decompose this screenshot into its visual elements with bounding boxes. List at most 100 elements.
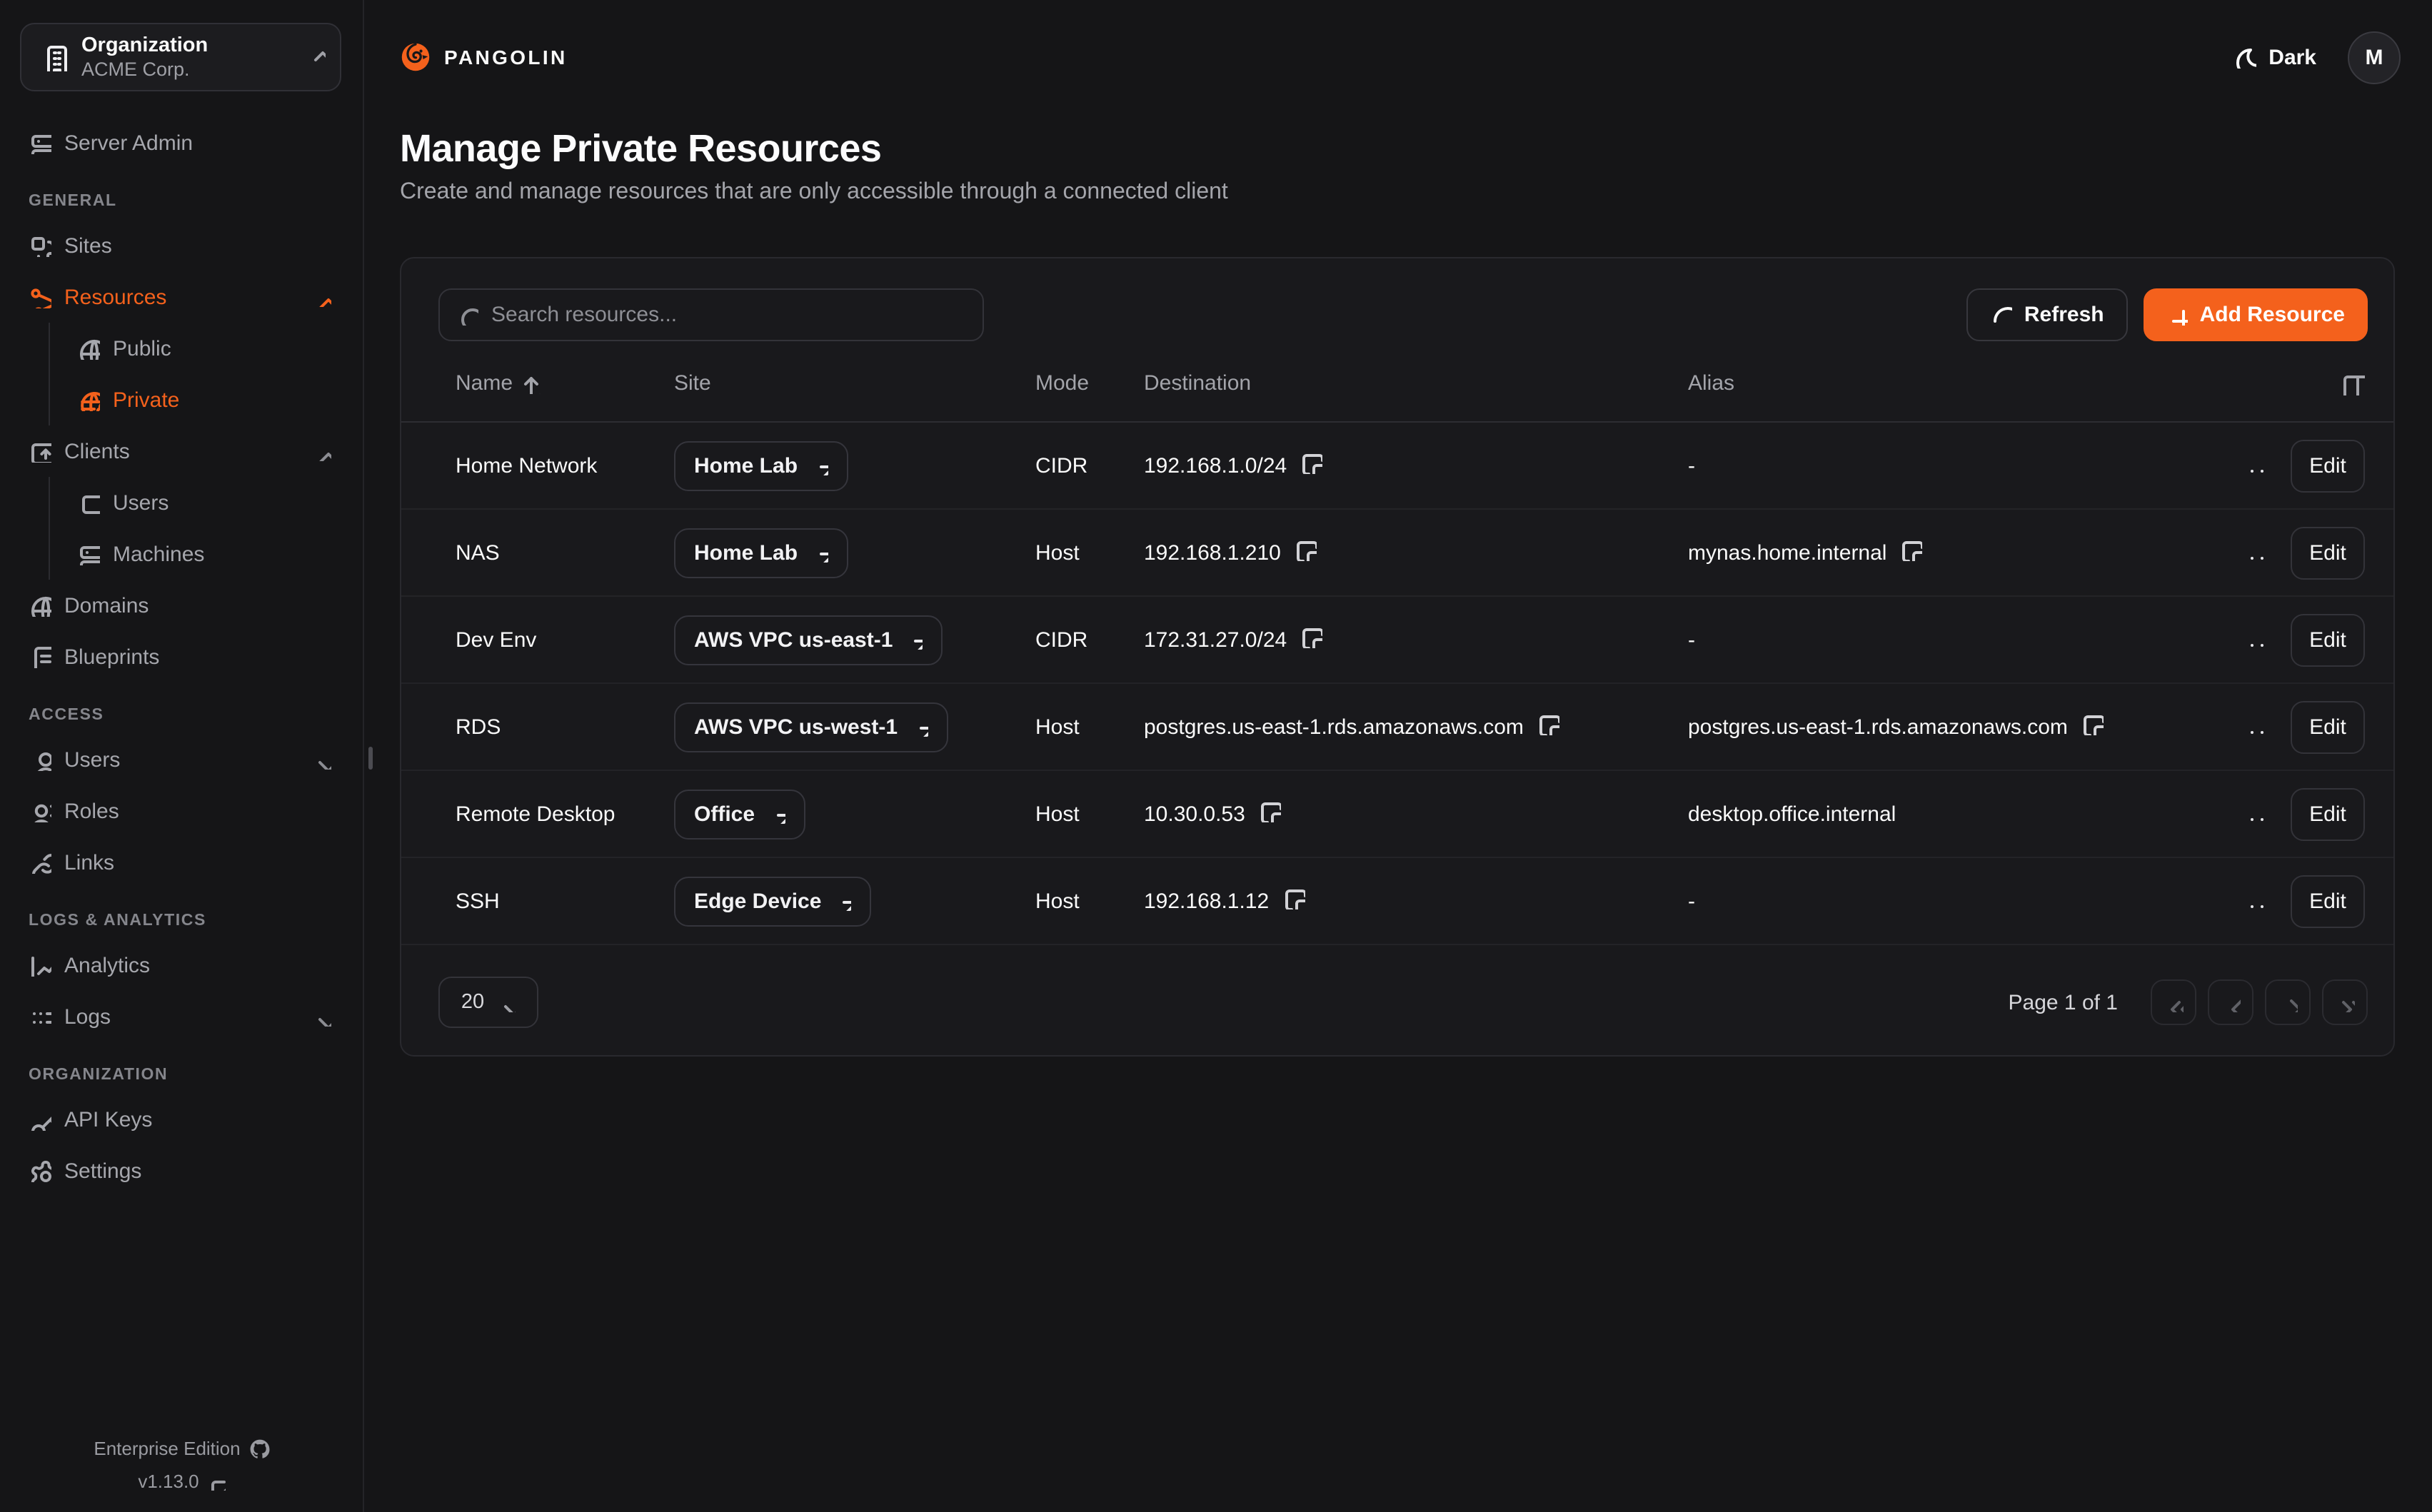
clients-subgroup: Users Machines bbox=[49, 477, 343, 580]
site-link[interactable]: Office bbox=[674, 789, 805, 839]
copy-alias-button[interactable] bbox=[2082, 713, 2104, 740]
resource-destination: 192.168.1.12 bbox=[1144, 889, 1269, 913]
column-header-name[interactable]: Name bbox=[456, 371, 674, 395]
app-window: Organization ACME Corp. Server Admin GEN… bbox=[0, 0, 2432, 1512]
arrow-up-right-icon bbox=[904, 630, 923, 649]
site-link[interactable]: Home Lab bbox=[674, 440, 848, 490]
brand[interactable]: PANGOLIN bbox=[400, 41, 568, 73]
site-link[interactable]: Home Lab bbox=[674, 528, 848, 578]
sidebar-item-blueprints[interactable]: Blueprints bbox=[20, 631, 343, 682]
edition-link[interactable]: Enterprise Edition bbox=[0, 1432, 364, 1465]
resource-destination: 192.168.1.210 bbox=[1144, 540, 1281, 565]
copy-destination-button[interactable] bbox=[1538, 713, 1559, 740]
copy-icon bbox=[1901, 539, 1922, 560]
waypoints-icon bbox=[29, 286, 51, 308]
copy-destination-button[interactable] bbox=[1301, 452, 1322, 479]
theme-toggle[interactable]: Dark bbox=[2233, 45, 2316, 69]
section-label-access: ACCESS bbox=[29, 701, 343, 730]
sidebar-item-server-admin[interactable]: Server Admin bbox=[20, 117, 343, 168]
ellipsis-icon bbox=[2245, 889, 2269, 913]
row-menu-button[interactable] bbox=[2245, 889, 2269, 913]
sidebar-item-api-keys[interactable]: API Keys bbox=[20, 1094, 343, 1145]
resource-alias: mynas.home.internal bbox=[1688, 540, 1886, 565]
sidebar-item-public[interactable]: Public bbox=[50, 323, 343, 374]
resource-destination: 10.30.0.53 bbox=[1144, 802, 1245, 826]
sidebar: Organization ACME Corp. Server Admin GEN… bbox=[0, 0, 364, 1512]
brand-name: PANGOLIN bbox=[444, 46, 568, 69]
edit-button[interactable]: Edit bbox=[2291, 526, 2365, 579]
sidebar-item-users[interactable]: Users bbox=[20, 734, 343, 785]
copy-destination-button[interactable] bbox=[1301, 626, 1322, 653]
chevron-up-icon bbox=[311, 287, 331, 307]
copy-destination-button[interactable] bbox=[1295, 539, 1317, 566]
chevrons-left-icon bbox=[2164, 992, 2184, 1012]
sidebar-item-analytics[interactable]: Analytics bbox=[20, 939, 343, 991]
copy-destination-button[interactable] bbox=[1283, 887, 1305, 914]
resource-name: Home Network bbox=[456, 453, 674, 478]
site-link[interactable]: AWS VPC us-east-1 bbox=[674, 615, 943, 665]
table-row: RDS AWS VPC us-west-1 Host postgres.us-e… bbox=[401, 684, 2393, 771]
edit-button[interactable]: Edit bbox=[2291, 875, 2365, 927]
search-input[interactable] bbox=[491, 303, 965, 327]
first-page-button[interactable] bbox=[2151, 979, 2196, 1025]
row-menu-button[interactable] bbox=[2245, 628, 2269, 652]
sort-icon[interactable] bbox=[521, 372, 543, 393]
sidebar-item-client-users[interactable]: Users bbox=[50, 477, 343, 528]
resource-alias: - bbox=[1688, 628, 1695, 652]
add-resource-button[interactable]: Add Resource bbox=[2144, 288, 2368, 341]
sidebar-item-roles[interactable]: Roles bbox=[20, 785, 343, 837]
resources-card: Refresh Add Resource Name Site Mode Dest… bbox=[400, 257, 2395, 1057]
sidebar-item-private[interactable]: Private bbox=[50, 374, 343, 425]
row-menu-button[interactable] bbox=[2245, 802, 2269, 826]
org-switcher[interactable]: Organization ACME Corp. bbox=[20, 23, 341, 91]
section-label-logs-analytics: LOGS & ANALYTICS bbox=[29, 907, 343, 935]
edit-button[interactable]: Edit bbox=[2291, 787, 2365, 840]
resource-mode: Host bbox=[1035, 540, 1144, 565]
sidebar-item-logs[interactable]: Logs bbox=[20, 991, 343, 1042]
org-switcher-value: ACME Corp. bbox=[81, 58, 291, 82]
resources-subgroup: Public Private bbox=[49, 323, 343, 425]
chevron-right-icon bbox=[2278, 992, 2298, 1012]
globe-icon bbox=[77, 337, 100, 360]
table-header: Name Site Mode Destination Alias bbox=[401, 344, 2393, 423]
sidebar-item-clients[interactable]: Clients bbox=[20, 425, 343, 477]
sidebar-item-settings[interactable]: Settings bbox=[20, 1145, 343, 1196]
chevron-left-icon bbox=[2221, 992, 2241, 1012]
copy-alias-button[interactable] bbox=[1901, 539, 1922, 566]
column-header-destination: Destination bbox=[1144, 371, 1688, 395]
resource-name: NAS bbox=[456, 540, 674, 565]
sidebar-item-links[interactable]: Links bbox=[20, 837, 343, 888]
resource-name: Remote Desktop bbox=[456, 802, 674, 826]
edit-button[interactable]: Edit bbox=[2291, 613, 2365, 666]
sidebar-item-machines[interactable]: Machines bbox=[50, 528, 343, 580]
copy-icon bbox=[1283, 887, 1305, 909]
resource-mode: CIDR bbox=[1035, 453, 1144, 478]
column-visibility-button[interactable] bbox=[2228, 371, 2365, 395]
sidebar-item-sites[interactable]: Sites bbox=[20, 220, 343, 271]
arrow-up-right-icon bbox=[909, 717, 928, 736]
org-switcher-label: Organization bbox=[81, 32, 291, 58]
row-menu-button[interactable] bbox=[2245, 715, 2269, 739]
site-link[interactable]: AWS VPC us-west-1 bbox=[674, 702, 948, 752]
edit-button[interactable]: Edit bbox=[2291, 439, 2365, 492]
version-link[interactable]: v1.13.0 bbox=[0, 1465, 364, 1498]
copy-destination-button[interactable] bbox=[1260, 800, 1281, 827]
edit-button[interactable]: Edit bbox=[2291, 700, 2365, 753]
site-link[interactable]: Edge Device bbox=[674, 876, 871, 926]
arrow-up-right-icon bbox=[833, 892, 851, 910]
copy-icon bbox=[2082, 713, 2104, 735]
page-size-select[interactable]: 20 bbox=[438, 977, 538, 1028]
page-subtitle: Create and manage resources that are onl… bbox=[400, 180, 1228, 206]
row-menu-button[interactable] bbox=[2245, 453, 2269, 478]
resource-alias: - bbox=[1688, 889, 1695, 913]
user-avatar[interactable]: M bbox=[2348, 31, 2401, 84]
row-menu-button[interactable] bbox=[2245, 540, 2269, 565]
sidebar-item-domains[interactable]: Domains bbox=[20, 580, 343, 631]
prev-page-button[interactable] bbox=[2208, 979, 2253, 1025]
sidebar-item-resources[interactable]: Resources bbox=[20, 271, 343, 323]
table-toolbar: Refresh Add Resource bbox=[401, 258, 2393, 341]
last-page-button[interactable] bbox=[2322, 979, 2368, 1025]
refresh-button[interactable]: Refresh bbox=[1967, 288, 2129, 341]
next-page-button[interactable] bbox=[2265, 979, 2311, 1025]
columns-icon bbox=[2341, 371, 2365, 395]
